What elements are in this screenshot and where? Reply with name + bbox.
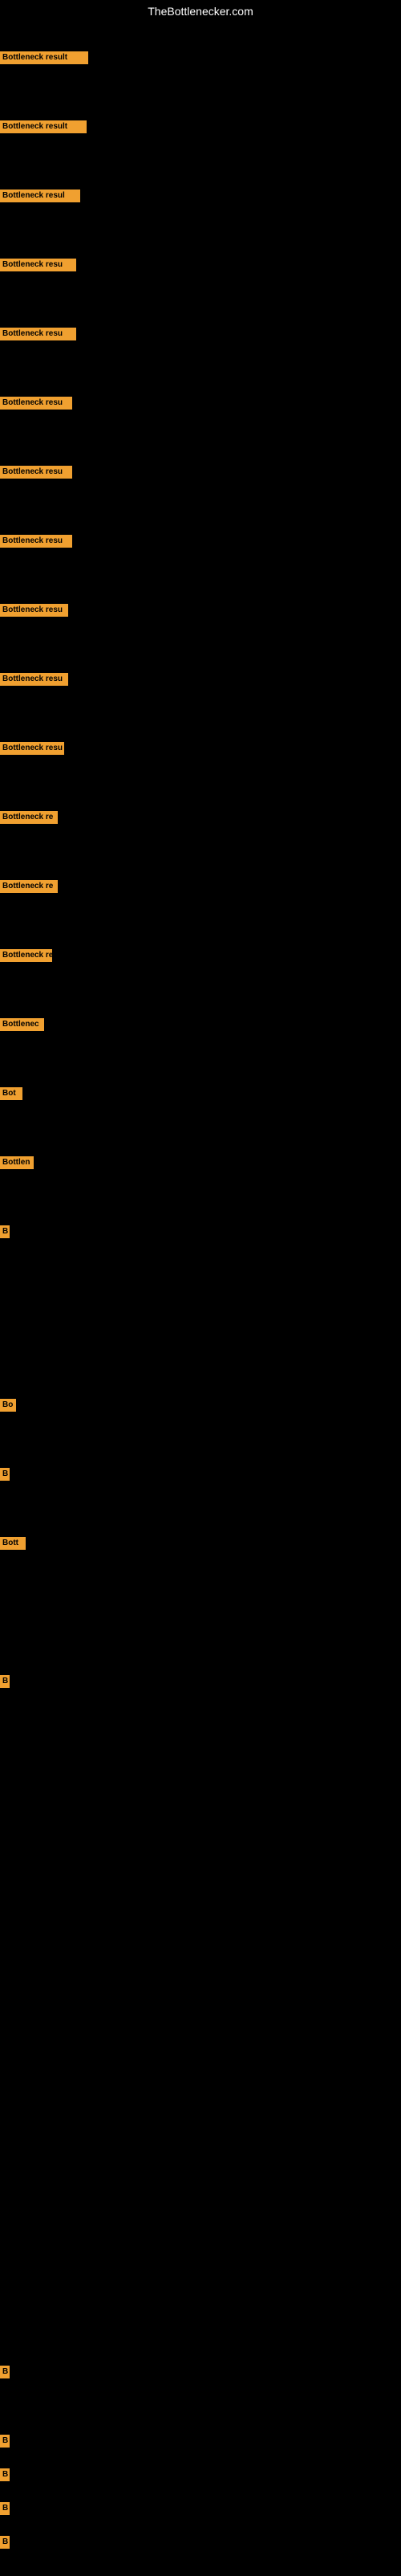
bottleneck-label: B bbox=[0, 1675, 10, 1688]
bottleneck-label: Bottleneck resul bbox=[0, 190, 80, 202]
bottleneck-label: Bottleneck resu bbox=[0, 742, 64, 755]
bottleneck-label: B bbox=[0, 2502, 10, 2515]
bottleneck-label: Bottlen bbox=[0, 1156, 34, 1169]
bottleneck-label: B bbox=[0, 2366, 10, 2378]
bottleneck-label: Bottleneck resu bbox=[0, 604, 68, 617]
bottleneck-label: Bottleneck resu bbox=[0, 466, 72, 479]
bottleneck-label: Bottleneck result bbox=[0, 120, 87, 133]
bottleneck-label: B bbox=[0, 1225, 10, 1238]
bottleneck-label: Bottleneck resu bbox=[0, 535, 72, 548]
bottleneck-label: Bottleneck re bbox=[0, 880, 58, 893]
bottleneck-label: Bot bbox=[0, 1087, 22, 1100]
bottleneck-label: B bbox=[0, 2536, 10, 2549]
site-title-text: TheBottlenecker.com bbox=[148, 5, 253, 18]
bottleneck-label: B bbox=[0, 2468, 10, 2481]
bottleneck-label: Bo bbox=[0, 1399, 16, 1412]
bottleneck-label: Bottleneck result bbox=[0, 51, 88, 64]
bottleneck-label: Bottleneck resu bbox=[0, 259, 76, 271]
bottleneck-label: B bbox=[0, 2435, 10, 2448]
bottleneck-label: Bottlenec bbox=[0, 1018, 44, 1031]
bottleneck-label: Bottleneck resu bbox=[0, 397, 72, 410]
bottleneck-label: B bbox=[0, 1468, 10, 1481]
bottleneck-label: Bottleneck resu bbox=[0, 673, 68, 686]
bottleneck-label: Bottleneck re bbox=[0, 811, 58, 824]
bottleneck-label: Bottleneck re bbox=[0, 949, 52, 962]
bottleneck-label: Bottleneck resu bbox=[0, 328, 76, 340]
site-title: TheBottlenecker.com bbox=[0, 0, 401, 22]
bottleneck-label: Bott bbox=[0, 1537, 26, 1550]
